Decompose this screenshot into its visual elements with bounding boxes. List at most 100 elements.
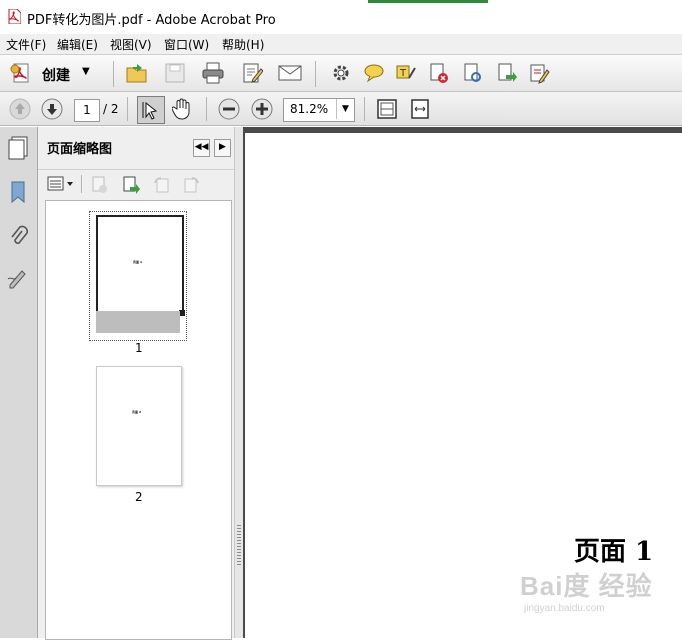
text-highlight-icon: T bbox=[396, 65, 416, 79]
insert-page-icon bbox=[123, 176, 140, 194]
plus-circle-icon bbox=[251, 98, 273, 120]
fit-width-icon bbox=[411, 99, 429, 119]
hand-icon bbox=[172, 98, 190, 120]
arrow-up-icon bbox=[9, 98, 31, 120]
minus-circle-icon bbox=[218, 98, 240, 120]
separator bbox=[364, 97, 365, 121]
highlight-text-button[interactable]: T bbox=[393, 60, 419, 86]
delete-page-icon bbox=[92, 176, 107, 193]
page-thumbnails-button[interactable] bbox=[5, 135, 31, 161]
comment-button[interactable] bbox=[361, 60, 387, 86]
separator bbox=[81, 175, 82, 193]
options-list-icon bbox=[47, 176, 73, 191]
next-page-button[interactable] bbox=[39, 96, 65, 122]
edit-document-button[interactable] bbox=[239, 60, 265, 86]
title-bar: PDF转化为图片.pdf - Adobe Acrobat Pro bbox=[0, 0, 682, 34]
paperclip-icon bbox=[11, 225, 28, 244]
open-button[interactable] bbox=[124, 60, 150, 86]
fit-page-button[interactable] bbox=[374, 96, 400, 122]
thumbnail-number: 1 bbox=[135, 341, 143, 355]
attachments-button[interactable] bbox=[5, 223, 31, 249]
menu-bar: 文件(F) 编辑(E) 视图(V) 窗口(W) 帮助(H) bbox=[0, 34, 682, 54]
menu-edit[interactable]: 编辑(E) bbox=[57, 36, 98, 53]
fit-page-icon bbox=[377, 99, 397, 119]
open-folder-icon bbox=[126, 64, 147, 83]
hand-tool-button[interactable] bbox=[169, 96, 195, 122]
signatures-button[interactable] bbox=[5, 265, 31, 291]
create-dropdown-icon[interactable]: ▼ bbox=[82, 66, 90, 77]
navigation-rail bbox=[0, 127, 38, 638]
arrow-down-icon bbox=[41, 98, 63, 120]
gear-icon bbox=[333, 65, 349, 81]
thumbnail-page-text: 页面 2 bbox=[132, 410, 142, 414]
envelope-icon bbox=[278, 65, 302, 81]
export-page-icon bbox=[498, 63, 517, 82]
thumbnail-number: 2 bbox=[135, 490, 143, 504]
bookmarks-button[interactable] bbox=[5, 179, 31, 205]
rotate-ccw-button[interactable] bbox=[149, 172, 175, 198]
rotate-left-icon bbox=[154, 177, 169, 193]
menu-view[interactable]: 视图(V) bbox=[110, 36, 152, 53]
panel-splitter[interactable] bbox=[234, 127, 243, 638]
svg-text:T: T bbox=[399, 68, 407, 79]
delete-page-icon bbox=[430, 63, 448, 83]
zoom-out-button[interactable] bbox=[216, 96, 242, 122]
edit-document-icon bbox=[243, 63, 263, 83]
create-label[interactable]: 创建 bbox=[42, 65, 70, 85]
bookmark-icon bbox=[11, 181, 25, 204]
previous-page-button[interactable] bbox=[7, 96, 33, 122]
rotate-right-icon bbox=[184, 177, 199, 193]
thumbnail-page-text: 页面 1 bbox=[133, 260, 143, 264]
fit-width-button[interactable] bbox=[407, 96, 433, 122]
page-thumbnails-icon bbox=[8, 136, 28, 160]
select-tool-button[interactable] bbox=[137, 96, 165, 124]
page-total-label: / 2 bbox=[103, 102, 119, 116]
rotate-cw-button[interactable] bbox=[178, 172, 204, 198]
attach-button[interactable] bbox=[460, 60, 486, 86]
export-button[interactable] bbox=[494, 60, 520, 86]
thumbnail-list: 页面 1 1 页面 2 2 bbox=[45, 200, 232, 640]
page-thumbnails-panel: 页面缩略图 ◀◀ ▶ 页面 1 1 页面 2 2 bbox=[38, 127, 234, 640]
create-pdf-icon bbox=[10, 63, 29, 83]
create-button[interactable] bbox=[8, 60, 34, 86]
settings-button[interactable] bbox=[328, 60, 354, 86]
signature-pen-icon bbox=[7, 270, 26, 289]
zoom-in-button[interactable] bbox=[249, 96, 275, 122]
zoom-level-select[interactable]: 81.2% ▼ bbox=[283, 98, 355, 122]
page-number-input[interactable]: 1 bbox=[74, 99, 100, 122]
attachment-icon bbox=[464, 63, 481, 82]
separator bbox=[315, 61, 316, 87]
separator bbox=[113, 61, 114, 87]
sign-button[interactable] bbox=[526, 60, 552, 86]
expand-panel-icon[interactable]: ▶ bbox=[214, 139, 231, 157]
window-title: PDF转化为图片.pdf - Adobe Acrobat Pro bbox=[27, 13, 276, 28]
comment-bubble-icon bbox=[364, 64, 384, 83]
watermark-brand: Bai度 经验 bbox=[520, 571, 653, 601]
save-button[interactable] bbox=[162, 60, 188, 86]
thumbnail-view-area bbox=[96, 311, 180, 333]
delete-pages-button[interactable] bbox=[87, 172, 113, 198]
cursor-select-icon bbox=[142, 101, 158, 120]
thumbnail-page-2[interactable]: 页面 2 bbox=[96, 366, 182, 486]
panel-title: 页面缩略图 bbox=[47, 142, 113, 157]
document-page[interactable]: 页面 1 bbox=[245, 133, 682, 638]
collapse-panel-icon[interactable]: ◀◀ bbox=[193, 139, 210, 157]
email-button[interactable] bbox=[277, 60, 303, 86]
delete-page-button[interactable] bbox=[426, 60, 452, 86]
print-button[interactable] bbox=[200, 60, 226, 86]
separator bbox=[206, 97, 207, 121]
options-menu-button[interactable] bbox=[46, 173, 76, 195]
panel-header: 页面缩略图 ◀◀ ▶ bbox=[38, 127, 234, 170]
menu-window[interactable]: 窗口(W) bbox=[164, 36, 209, 53]
panel-toolbar bbox=[38, 170, 234, 200]
splitter-grip[interactable] bbox=[237, 525, 241, 565]
page-content-text: 页面 1 bbox=[574, 537, 654, 567]
printer-icon bbox=[202, 62, 224, 84]
thumbnail-page-1[interactable]: 页面 1 bbox=[96, 215, 185, 316]
menu-file[interactable]: 文件(F) bbox=[6, 36, 46, 53]
separator bbox=[127, 97, 128, 121]
chevron-down-icon[interactable]: ▼ bbox=[336, 99, 354, 119]
menu-help[interactable]: 帮助(H) bbox=[222, 36, 264, 53]
navigation-toolbar: 1 / 2 81.2% ▼ bbox=[0, 92, 682, 126]
insert-pages-button[interactable] bbox=[118, 172, 144, 198]
